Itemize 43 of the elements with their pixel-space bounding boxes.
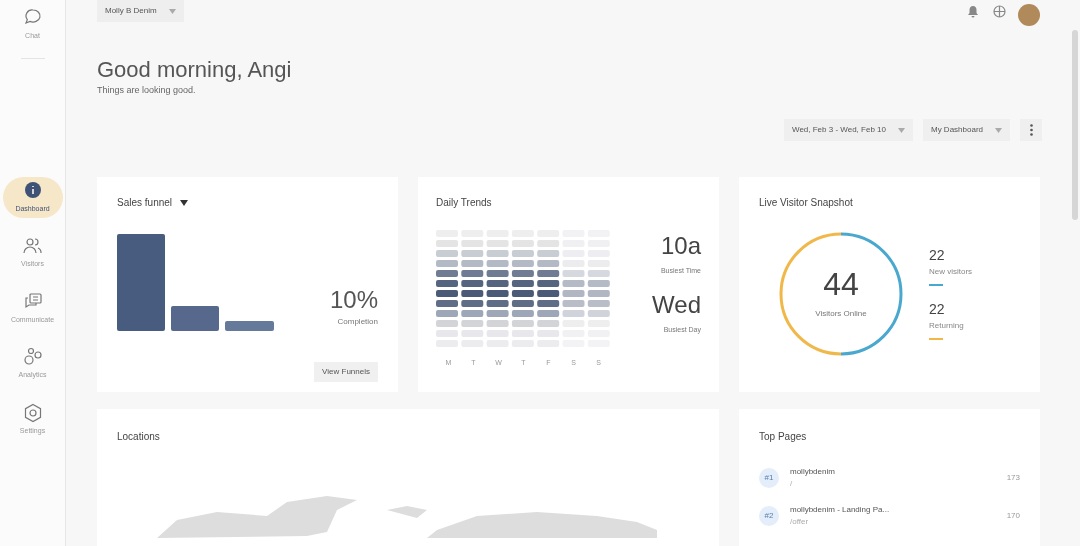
more-icon (1029, 124, 1033, 136)
view-funnels-button[interactable]: View Funnels (314, 362, 378, 382)
scrollbar-thumb[interactable] (1072, 30, 1078, 220)
analytics-icon (22, 347, 43, 367)
page-count: 170 (1006, 510, 1020, 522)
stat-value: 10a (660, 234, 701, 258)
card-title: Sales funnel (117, 196, 173, 210)
greeting-subtitle: Things are looking good. (97, 83, 197, 97)
stat-value: Wed (652, 292, 701, 317)
caret-icon (897, 127, 905, 133)
rank-badge: #1 (759, 468, 779, 488)
page-path: / (790, 478, 794, 490)
visitors-online-count: 44 (823, 268, 859, 300)
card-title: Daily Trends (436, 196, 493, 210)
legend-label: New visitors (929, 266, 973, 278)
greeting-title: Good morning, Angi (97, 56, 293, 84)
more-options-button[interactable] (1020, 119, 1042, 141)
completion-value: 10% (329, 288, 378, 312)
page-path: /offer (790, 516, 810, 528)
legend-value: 22 (929, 248, 946, 262)
rank-badge: #2 (759, 506, 779, 526)
caret-icon[interactable] (180, 199, 189, 206)
page-title: mollybdenim - Landing Pa... (790, 504, 891, 516)
card-title: Live Visitor Snapshot (759, 196, 854, 210)
page-count: 173 (1006, 472, 1020, 484)
page-title: mollybdenim (790, 466, 836, 478)
visitors-online-caption: Visitors Online (815, 308, 867, 320)
account-dropdown[interactable]: Molly B Denim (97, 0, 184, 22)
date-range-dropdown[interactable]: Wed, Feb 3 - Wed, Feb 10 (784, 119, 913, 141)
card-title: Top Pages (759, 430, 808, 444)
legend-label: Returning (929, 320, 965, 332)
visitors-icon (22, 236, 43, 256)
avatar[interactable] (1018, 4, 1040, 26)
caret-icon (168, 8, 176, 14)
dashboard-icon (22, 180, 43, 201)
legend-value: 22 (929, 302, 946, 316)
bell-icon[interactable] (967, 4, 979, 18)
settings-icon (22, 402, 43, 423)
card-title: Locations (117, 430, 161, 444)
dashboard-dropdown[interactable]: My Dashboard (922, 119, 1010, 141)
completion-caption: Completion (337, 316, 378, 328)
caret-icon (995, 127, 1002, 133)
globe-icon[interactable] (993, 4, 1006, 18)
